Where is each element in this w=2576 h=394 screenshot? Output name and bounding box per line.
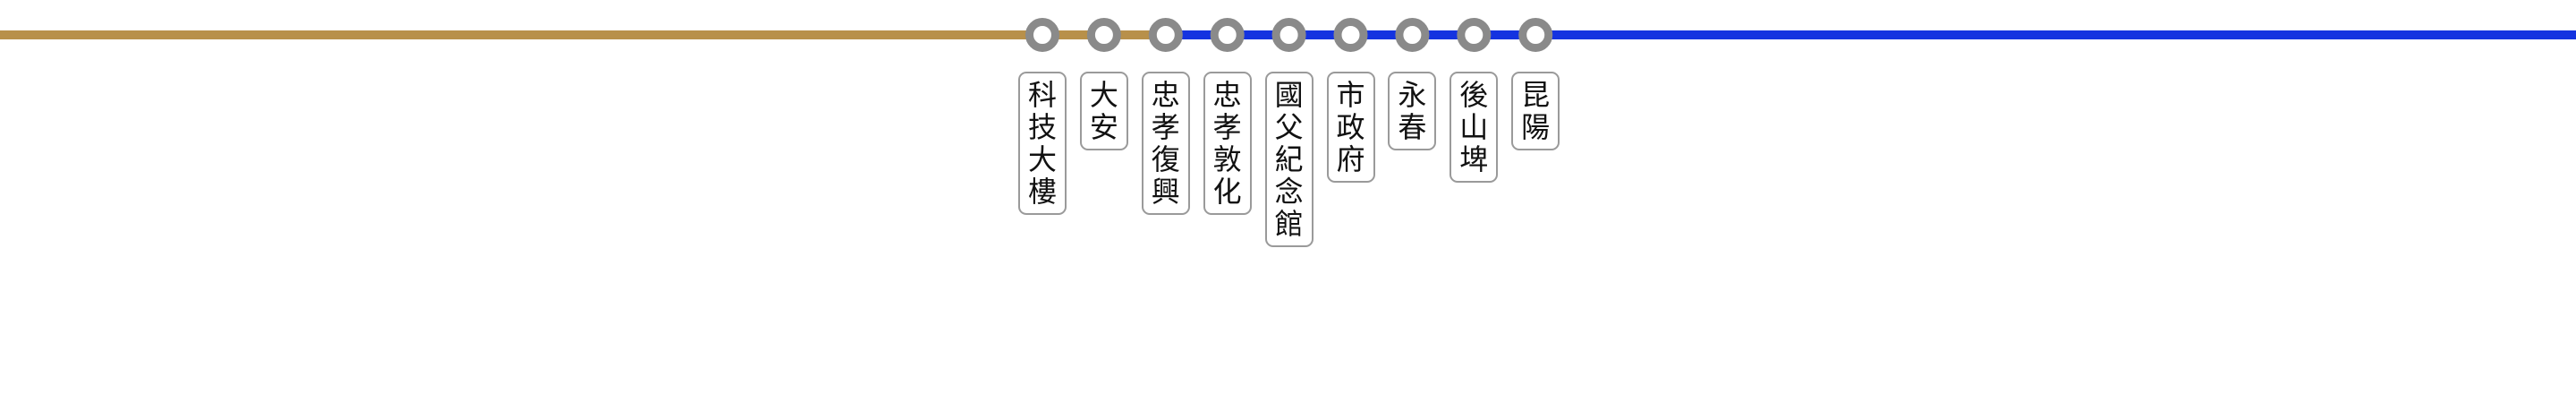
station-label-char: 父 [1274,110,1304,144]
station-ring-icon [1086,18,1121,52]
station-marker-2[interactable] [1086,18,1121,52]
station-ring-icon [1210,18,1245,52]
station-ring-icon [1271,18,1306,52]
station-label-char: 永 [1398,78,1427,112]
station-label-char: 忠 [1151,78,1180,112]
station-label-char: 埤 [1459,142,1489,176]
station-label-char: 科 [1027,78,1057,112]
station-label-char: 樓 [1027,175,1057,209]
station-label-char: 館 [1274,207,1304,241]
station-ring-icon [1333,18,1368,52]
station-label-1[interactable]: 科技大樓 [1018,72,1067,215]
station-label-char: 市 [1336,78,1365,112]
station-label-char: 國 [1274,78,1304,112]
station-markers [1025,18,1553,52]
station-label-char: 孝 [1212,110,1242,144]
station-marker-1[interactable] [1025,18,1059,52]
station-label-char: 安 [1089,110,1118,144]
station-label-6[interactable]: 市政府 [1326,72,1375,183]
station-marker-3[interactable] [1148,18,1183,52]
station-ring-icon [1518,18,1553,52]
station-marker-4[interactable] [1210,18,1245,52]
station-marker-5[interactable] [1271,18,1306,52]
station-label-char: 大 [1027,142,1057,176]
station-label-char: 技 [1027,110,1057,144]
station-label-char: 大 [1089,78,1118,112]
station-label-char: 後 [1459,78,1489,112]
station-label-char: 化 [1212,175,1242,209]
station-label-8[interactable]: 後山埤 [1450,72,1499,183]
station-label-char: 忠 [1212,78,1242,112]
station-label-2[interactable]: 大安 [1079,72,1128,150]
station-label-char: 興 [1151,175,1180,209]
station-label-char: 復 [1151,142,1180,176]
station-label-7[interactable]: 永春 [1388,72,1437,150]
station-label-char: 陽 [1521,110,1551,144]
station-marker-6[interactable] [1333,18,1368,52]
station-label-5[interactable]: 國父紀念館 [1264,72,1314,247]
station-label-4[interactable]: 忠孝敦化 [1203,72,1252,215]
station-ring-icon [1457,18,1492,52]
station-label-3[interactable]: 忠孝復興 [1141,72,1190,215]
station-label-char: 政 [1336,110,1365,144]
station-label-char: 紀 [1274,142,1304,176]
station-ring-icon [1148,18,1183,52]
station-label-char: 敦 [1212,142,1242,176]
station-label-char: 春 [1398,110,1427,144]
station-marker-9[interactable] [1518,18,1553,52]
station-marker-8[interactable] [1457,18,1492,52]
station-label-char: 念 [1274,175,1304,209]
station-label-char: 山 [1459,110,1489,144]
station-ring-icon [1025,18,1059,52]
station-label-char: 府 [1336,142,1365,176]
station-label-char: 昆 [1521,78,1551,112]
station-label-char: 孝 [1151,110,1180,144]
station-ring-icon [1395,18,1430,52]
station-marker-7[interactable] [1395,18,1430,52]
station-label-9[interactable]: 昆陽 [1511,72,1560,150]
